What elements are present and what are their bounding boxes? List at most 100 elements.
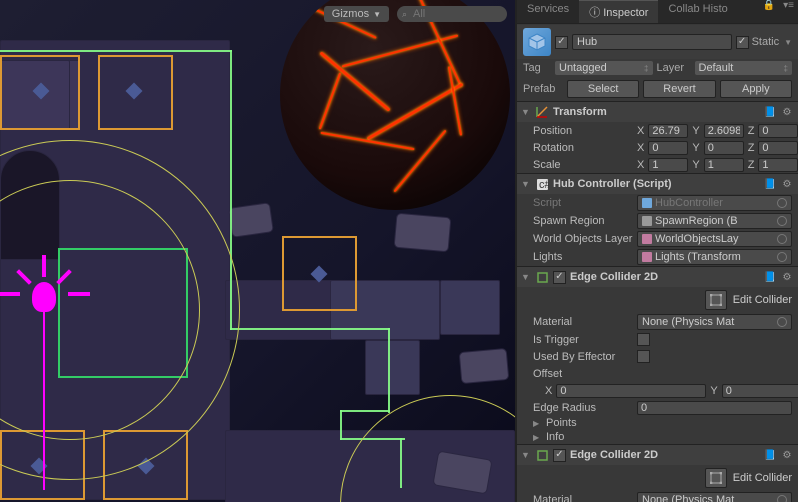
script-label: Script (533, 197, 633, 209)
object-picker-icon[interactable] (777, 317, 787, 327)
transform-title: Transform (553, 106, 759, 118)
material-field[interactable]: None (Physics Mat (637, 314, 792, 330)
tab-inspector[interactable]: ⓘInspector (579, 0, 658, 23)
edit-collider-label-2: Edit Collider (733, 472, 792, 484)
lava-sphere-decoration (280, 0, 510, 210)
hub-controller-title: Hub Controller (Script) (553, 178, 759, 190)
edit-collider-label: Edit Collider (733, 294, 792, 306)
static-toggle[interactable]: Static ▼ (736, 36, 792, 49)
position-x-field[interactable] (648, 124, 688, 138)
script-icon: c# (535, 177, 549, 191)
fold-arrow-icon: ▼ (521, 179, 531, 189)
chevron-right-icon: ▶ (533, 433, 543, 442)
transform-ref-icon (642, 234, 652, 244)
rotation-x-field[interactable] (648, 141, 688, 155)
used-by-effector-checkbox[interactable] (637, 350, 650, 363)
fold-arrow-icon: ▼ (521, 107, 531, 117)
material-label-2: Material (533, 494, 633, 502)
is-trigger-label: Is Trigger (533, 334, 633, 346)
gear-icon[interactable]: ⚙ (780, 270, 794, 284)
gizmos-dropdown[interactable]: Gizmos ▼ (324, 6, 389, 22)
chevron-right-icon: ▶ (533, 419, 543, 428)
offset-x-field[interactable] (556, 384, 706, 398)
rotation-y-field[interactable] (704, 141, 744, 155)
position-y-field[interactable] (704, 124, 744, 138)
scene-content[interactable] (0, 0, 515, 502)
prefab-revert-button[interactable]: Revert (643, 80, 715, 98)
help-icon[interactable]: 📘 (763, 177, 777, 191)
world-objects-field[interactable]: WorldObjectsLay (637, 231, 792, 247)
world-objects-label: World Objects Layer (533, 233, 633, 245)
help-icon[interactable]: 📘 (763, 105, 777, 119)
gameobject-name-field[interactable] (572, 34, 732, 50)
static-checkbox[interactable] (736, 36, 749, 49)
transform-ref-icon (642, 252, 652, 262)
svg-text:c#: c# (539, 179, 549, 191)
gameobject-header: Static ▼ (517, 25, 798, 59)
object-picker-icon[interactable] (777, 216, 787, 226)
edge-collider-component-1: ▼ Edge Collider 2D 📘 ⚙ Edit Collider Mat… (517, 266, 798, 444)
position-z-field[interactable] (758, 124, 798, 138)
fold-arrow-icon: ▼ (521, 272, 531, 282)
rotation-label: Rotation (533, 142, 633, 154)
prefab-select-button[interactable]: Select (567, 80, 639, 98)
used-by-effector-label: Used By Effector (533, 351, 633, 363)
info-foldout[interactable]: ▶Info (517, 430, 798, 444)
edge-collider-header-1[interactable]: ▼ Edge Collider 2D 📘 ⚙ (517, 267, 798, 287)
inspector-tabs: Services ⓘInspector Collab Histo 🔒 ▾≡ (517, 0, 798, 24)
tag-label: Tag (523, 62, 551, 74)
tab-collab-history[interactable]: Collab Histo (658, 0, 737, 23)
edge-collider-title-1: Edge Collider 2D (570, 271, 759, 283)
object-picker-icon[interactable] (777, 252, 787, 262)
points-foldout[interactable]: ▶Points (517, 416, 798, 430)
transform-header[interactable]: ▼ Transform 📘 ⚙ (517, 102, 798, 122)
tag-dropdown[interactable]: Untagged‡ (555, 61, 653, 75)
edit-collider-toggle-button[interactable] (705, 468, 727, 488)
prefab-apply-button[interactable]: Apply (720, 80, 792, 98)
scale-x-field[interactable] (648, 158, 688, 172)
chevron-down-icon: ▼ (373, 10, 381, 19)
static-label: Static (752, 36, 780, 48)
static-dropdown-arrow[interactable]: ▼ (782, 38, 792, 47)
layer-dropdown[interactable]: Default‡ (695, 61, 793, 75)
lock-icon[interactable]: 🔒 (759, 0, 779, 23)
help-icon[interactable]: 📘 (763, 270, 777, 284)
script-field: HubController (637, 195, 792, 211)
scale-z-field[interactable] (758, 158, 798, 172)
gear-icon[interactable]: ⚙ (780, 105, 794, 119)
gameobject-ref-icon (642, 216, 652, 226)
component-enabled-checkbox[interactable] (553, 449, 566, 462)
inspector-icon: ⓘ (589, 7, 600, 19)
spawn-region-field[interactable]: SpawnRegion (B (637, 213, 792, 229)
is-trigger-checkbox[interactable] (637, 333, 650, 346)
panel-menu-icon[interactable]: ▾≡ (779, 0, 798, 23)
component-enabled-checkbox[interactable] (553, 271, 566, 284)
material-field-2[interactable]: None (Physics Mat (637, 492, 792, 502)
edge-collider-header-2[interactable]: ▼ Edge Collider 2D 📘 ⚙ (517, 445, 798, 465)
help-icon[interactable]: 📘 (763, 448, 777, 462)
scene-view[interactable]: Gizmos ▼ ⌕ (0, 0, 517, 502)
object-picker-icon[interactable] (777, 234, 787, 244)
lights-field[interactable]: Lights (Transform (637, 249, 792, 265)
edge-radius-field[interactable] (637, 401, 792, 415)
object-picker-icon[interactable] (777, 198, 787, 208)
transform-icon (535, 105, 549, 119)
hub-controller-header[interactable]: ▼ c# Hub Controller (Script) 📘 ⚙ (517, 174, 798, 194)
offset-label: Offset (533, 368, 633, 380)
scene-search-input[interactable] (397, 6, 507, 22)
tab-services[interactable]: Services (517, 0, 579, 23)
script-asset-icon (642, 198, 652, 208)
gizmos-label: Gizmos (332, 8, 369, 20)
edit-collider-toggle-button[interactable] (705, 290, 727, 310)
gear-icon[interactable]: ⚙ (780, 448, 794, 462)
scale-y-field[interactable] (704, 158, 744, 172)
search-icon: ⌕ (402, 9, 407, 20)
gameobject-cube-icon[interactable] (523, 28, 551, 56)
object-picker-icon[interactable] (777, 495, 787, 502)
offset-y-field[interactable] (722, 384, 798, 398)
fold-arrow-icon: ▼ (521, 450, 531, 460)
edge-collider-title-2: Edge Collider 2D (570, 449, 759, 461)
gameobject-active-checkbox[interactable] (555, 36, 568, 49)
rotation-z-field[interactable] (758, 141, 798, 155)
gear-icon[interactable]: ⚙ (780, 177, 794, 191)
